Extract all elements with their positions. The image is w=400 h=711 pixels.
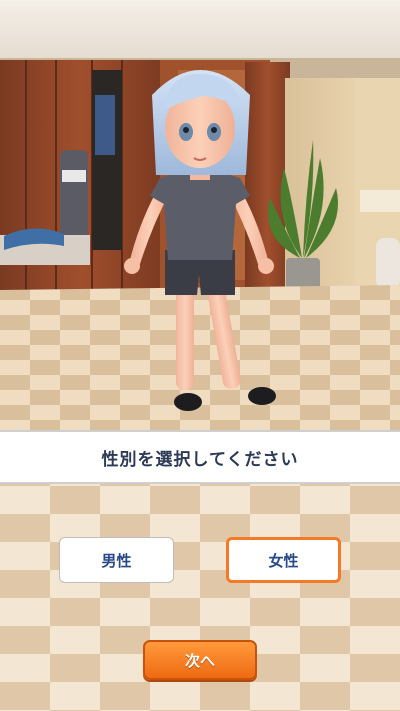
prompt-text: 性別を選択してください [101,449,299,470]
female-button[interactable]: 女性 [226,537,341,583]
female-button-label: 女性 [268,551,299,570]
male-button[interactable]: 男性 [59,537,174,583]
locker-room-scene [0,0,400,430]
male-button-label: 男性 [101,551,132,570]
next-button-label: 次へ [184,651,215,670]
prompt-bar: 性別を選択してください [0,430,400,484]
next-button[interactable]: 次へ [143,640,257,680]
